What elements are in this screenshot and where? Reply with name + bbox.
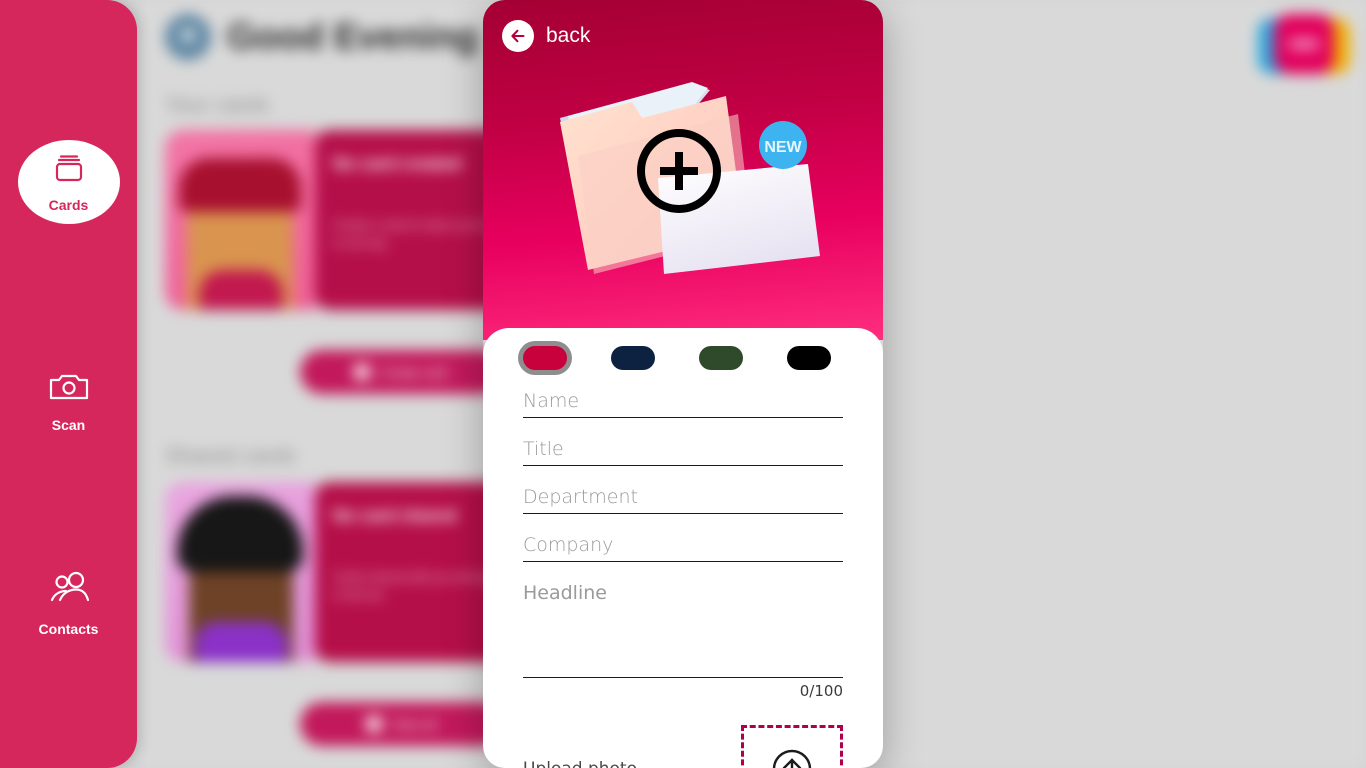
shared-cards-heading: Shared cards: [165, 443, 296, 468]
department-placeholder: Department: [523, 486, 638, 508]
color-swatch-group: [523, 346, 831, 370]
sidebar-item-contacts[interactable]: Contacts: [17, 570, 121, 637]
sidebar-item-label: Cards: [48, 196, 89, 213]
cards-icon: [49, 152, 89, 189]
title-placeholder: Title: [523, 438, 564, 460]
view-all-label: View all: [391, 716, 437, 732]
shared-card-photo: [165, 482, 315, 662]
create-card-modal: back NEW Name Title Department Company H…: [483, 0, 883, 768]
color-swatch-crimson[interactable]: [523, 346, 567, 370]
back-label: back: [546, 24, 591, 47]
card-form-sheet: Name Title Department Company Headline 0…: [483, 328, 883, 768]
sidebar-item-label: Scan: [51, 417, 86, 433]
title-field[interactable]: Title: [523, 438, 843, 466]
upload-photo-button[interactable]: [741, 725, 843, 768]
arrow-left-icon: [502, 20, 534, 52]
upload-photo-label: Upload photo: [523, 725, 637, 768]
company-field[interactable]: Company: [523, 534, 843, 562]
new-card-folder-illustration: NEW: [538, 70, 838, 290]
page-title: Good Evening: [227, 16, 478, 57]
back-button[interactable]: back: [502, 20, 590, 52]
greeting-row: Good Evening: [165, 14, 478, 60]
avatar: [165, 14, 211, 60]
headline-placeholder: Headline: [523, 582, 607, 604]
sidebar-item-scan[interactable]: Scan: [17, 368, 121, 433]
upload-photo-row: Upload photo: [523, 725, 843, 768]
headline-field[interactable]: Headline 0/100: [523, 582, 843, 700]
headline-char-counter: 0/100: [799, 682, 843, 700]
plus-icon: [354, 364, 371, 380]
camera-icon: [47, 368, 91, 409]
color-swatch-forest-green[interactable]: [699, 346, 743, 370]
name-field[interactable]: Name: [523, 390, 843, 418]
upload-circle-icon: [770, 747, 814, 768]
sidebar: Cards Scan Contacts: [0, 0, 137, 768]
color-swatch-black[interactable]: [787, 346, 831, 370]
svg-text:NEW: NEW: [764, 139, 802, 156]
modal-hero: back NEW: [483, 0, 883, 340]
headline-textarea[interactable]: Headline: [523, 582, 843, 678]
view-all-button[interactable]: View all: [300, 702, 502, 746]
contacts-icon: [46, 570, 92, 613]
sidebar-item-cards[interactable]: Cards: [17, 140, 120, 224]
list-icon: [365, 716, 382, 732]
card-photo: [165, 130, 315, 310]
create-card-button[interactable]: Create card: [300, 350, 502, 394]
app-root: Good Evening Your cards No card created …: [0, 0, 1366, 768]
create-card-label: Create card: [380, 364, 448, 380]
name-placeholder: Name: [523, 390, 580, 412]
color-swatch-navy[interactable]: [611, 346, 655, 370]
app-logo: [1256, 10, 1352, 82]
your-cards-heading: Your cards: [165, 92, 270, 117]
sidebar-item-label: Contacts: [38, 621, 99, 637]
department-field[interactable]: Department: [523, 486, 843, 514]
company-placeholder: Company: [523, 534, 614, 556]
